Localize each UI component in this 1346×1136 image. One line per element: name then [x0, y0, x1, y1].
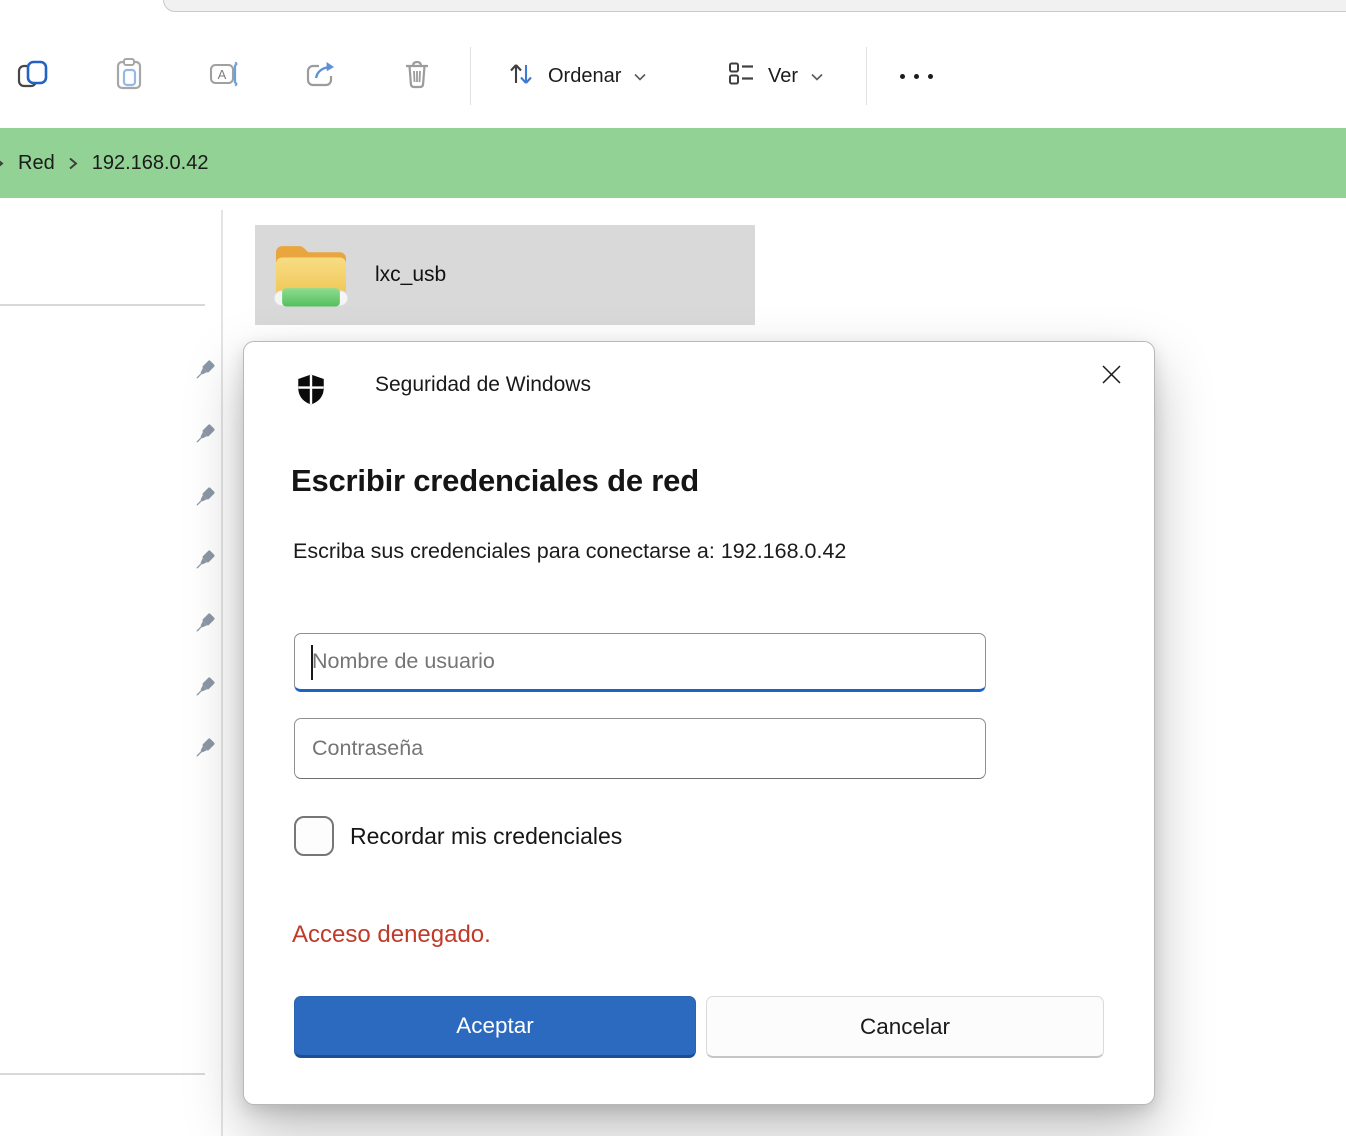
- cancel-button[interactable]: Cancelar: [706, 996, 1104, 1058]
- chevron-right-icon: [0, 156, 6, 171]
- windows-security-dialog: Seguridad de Windows Escribir credencial…: [243, 341, 1155, 1105]
- rename-button[interactable]: A: [200, 50, 252, 102]
- copy-button[interactable]: [7, 50, 59, 102]
- remember-credentials-checkbox[interactable]: [294, 816, 334, 856]
- pin-icon[interactable]: [192, 736, 217, 761]
- tab-strip-edge: [163, 0, 1346, 12]
- chevron-down-icon: [810, 65, 824, 88]
- sidebar-separator-top: [0, 304, 205, 306]
- paste-icon: [112, 57, 146, 96]
- remember-credentials-row[interactable]: Recordar mis credenciales: [294, 816, 622, 856]
- chevron-right-icon: [67, 156, 80, 171]
- close-icon: [1099, 362, 1124, 392]
- view-button[interactable]: Ver: [712, 50, 838, 102]
- sidebar-divider: [221, 210, 223, 1136]
- share-button[interactable]: [295, 50, 347, 102]
- copy-icon: [16, 57, 50, 96]
- toolbar-divider: [470, 47, 471, 105]
- dialog-app-title: Seguridad de Windows: [375, 373, 591, 397]
- paste-button[interactable]: [103, 50, 155, 102]
- windows-security-shield-icon: [294, 372, 328, 408]
- view-icon: [726, 58, 756, 94]
- folder-icon: [269, 233, 353, 317]
- text-caret: [311, 645, 313, 680]
- more-options-button[interactable]: [888, 50, 944, 102]
- share-icon: [303, 57, 339, 96]
- more-options-icon: [900, 74, 933, 79]
- password-field-wrapper: [294, 718, 986, 779]
- breadcrumb-item-host[interactable]: 192.168.0.42: [86, 148, 215, 179]
- command-toolbar: A: [0, 12, 1346, 128]
- folder-item-lxc-usb[interactable]: lxc_usb: [255, 225, 755, 325]
- accept-button[interactable]: Aceptar: [294, 996, 696, 1058]
- dialog-subtitle: Escriba sus credenciales para conectarse…: [293, 539, 846, 564]
- pin-icon[interactable]: [192, 358, 217, 383]
- view-label: Ver: [768, 65, 798, 88]
- pin-icon[interactable]: [192, 485, 217, 510]
- sort-label: Ordenar: [548, 65, 621, 88]
- sort-button[interactable]: Ordenar: [492, 50, 661, 102]
- file-explorer-window: A: [0, 0, 1346, 1136]
- delete-icon: [400, 57, 434, 96]
- error-message: Acceso denegado.: [292, 921, 491, 949]
- dialog-title: Escribir credenciales de red: [291, 463, 699, 499]
- svg-text:A: A: [218, 67, 227, 82]
- pin-icon[interactable]: [192, 422, 217, 447]
- remember-credentials-label: Recordar mis credenciales: [350, 823, 622, 850]
- chevron-down-icon: [633, 65, 647, 88]
- breadcrumb-item-red[interactable]: Red: [12, 148, 61, 179]
- username-field-wrapper: [294, 633, 986, 692]
- username-input[interactable]: [294, 633, 986, 692]
- password-input[interactable]: [294, 718, 986, 779]
- delete-button[interactable]: [391, 50, 443, 102]
- close-button[interactable]: [1089, 355, 1133, 399]
- sidebar-separator-bottom: [0, 1073, 205, 1075]
- pin-icon[interactable]: [192, 675, 217, 700]
- folder-name: lxc_usb: [375, 263, 446, 287]
- pin-icon[interactable]: [192, 548, 217, 573]
- sort-icon: [506, 58, 536, 94]
- pin-icon[interactable]: [192, 611, 217, 636]
- toolbar-divider: [866, 47, 867, 105]
- rename-icon: A: [208, 57, 244, 96]
- address-bar[interactable]: Red 192.168.0.42: [0, 128, 1346, 198]
